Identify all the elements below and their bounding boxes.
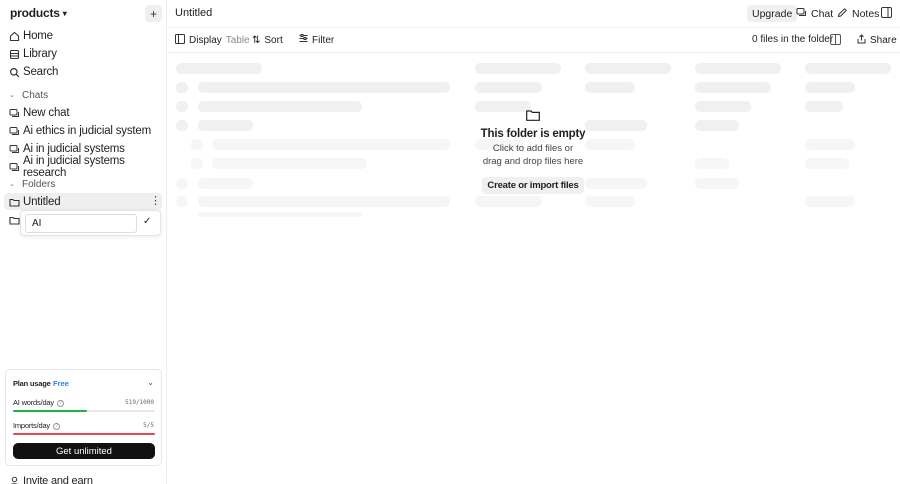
more-options-icon[interactable]: ⋮ (150, 196, 161, 207)
upgrade-button[interactable]: Upgrade (747, 5, 798, 22)
display-button[interactable]: Display Table (175, 33, 250, 47)
section-label: Chats (22, 89, 49, 101)
empty-title: This folder is empty (480, 128, 586, 140)
search-icon (9, 67, 20, 78)
chat-label: New chat (23, 107, 70, 119)
chat-label: Chat (811, 7, 834, 20)
imports-count: 5/5 (143, 422, 154, 429)
chat-bubble-icon (9, 162, 20, 173)
create-import-button[interactable]: Create or import files (482, 177, 584, 194)
pencil-icon (837, 7, 848, 21)
filter-icon (299, 34, 308, 46)
help-icon[interactable]: ? (56, 399, 64, 407)
share-label: Share (870, 34, 897, 46)
folder-icon (9, 215, 20, 226)
nav-home[interactable]: Home (9, 28, 53, 44)
workspace-name: products (10, 6, 60, 20)
help-icon[interactable]: ? (52, 422, 60, 430)
workspace-switcher[interactable]: products ▾ (10, 6, 67, 20)
sort-icon: ⇅ (252, 34, 261, 46)
imports-progress-fill (13, 433, 155, 435)
nav-label: Library (23, 48, 57, 60)
columns-icon[interactable] (830, 34, 841, 45)
panel-toggle-icon[interactable] (881, 7, 892, 18)
chat-bubble-icon (9, 144, 20, 155)
folder-icon (9, 197, 20, 208)
chat-button[interactable]: Chat (796, 5, 833, 22)
sidebar: products ▾ + Home Library Search ⌄ Chats… (0, 0, 167, 484)
chat-item[interactable]: Ai in judicial systems research (9, 155, 166, 179)
filter-label: Filter (312, 34, 335, 46)
chevron-down-icon: ▾ (62, 8, 67, 18)
share-icon (857, 33, 866, 47)
nav-label: Home (23, 30, 53, 42)
chat-label: Ai in judicial systems research (23, 155, 125, 179)
empty-state: This folder is empty Click to add files … (460, 110, 606, 194)
display-mode: Table (225, 34, 250, 46)
plan-title: Plan usage (13, 379, 51, 388)
share-button[interactable]: Share (857, 33, 897, 47)
new-item-button[interactable]: + (145, 5, 162, 22)
user-icon (9, 476, 20, 484)
words-count: 519/1000 (125, 399, 154, 406)
rename-folder-popover: ✓ (20, 210, 161, 236)
chat-item[interactable]: Ai ethics in judicial system (9, 123, 151, 139)
display-label: Display (189, 34, 222, 46)
get-unlimited-button[interactable]: Get unlimited (13, 443, 155, 459)
nav-search[interactable]: Search (9, 64, 58, 80)
chat-label: Ai ethics in judicial system (23, 125, 151, 137)
imports-progress-bar (13, 433, 155, 435)
folders-section-toggle[interactable]: ⌄ Folders (9, 177, 55, 191)
folder-item[interactable]: Untitled (9, 194, 61, 210)
section-label: Folders (22, 178, 56, 190)
sort-button[interactable]: ⇅ Sort (252, 33, 283, 47)
chevron-down-icon[interactable]: ⌄ (147, 378, 154, 387)
folder-name-input[interactable] (25, 214, 137, 233)
imports-label: Imports/day (13, 421, 50, 430)
folder-label: Untitled (23, 196, 61, 208)
chat-item[interactable]: New chat (9, 105, 70, 121)
empty-line-2: drag and drop files here (482, 155, 584, 167)
plus-icon: + (149, 6, 157, 21)
nav-library[interactable]: Library (9, 46, 57, 62)
words-label: AI words/day (13, 398, 54, 407)
chat-bubble-icon (796, 7, 807, 21)
words-progress-fill (13, 410, 87, 412)
chats-section-toggle[interactable]: ⌄ Chats (9, 88, 48, 102)
folder-icon (526, 110, 540, 121)
chevron-down-icon: ⌄ (9, 181, 15, 188)
check-icon[interactable]: ✓ (143, 216, 151, 227)
chat-bubble-icon (9, 108, 20, 119)
invite-label: Invite and earn (23, 475, 93, 484)
imports-label-row: Imports/day? (13, 421, 60, 430)
chevron-down-icon: ⌄ (9, 92, 15, 99)
table-icon (175, 33, 185, 47)
notes-button[interactable]: Notes (837, 5, 879, 22)
chat-bubble-icon (9, 126, 20, 137)
chat-label: Ai in judicial systems (23, 143, 125, 155)
library-icon (9, 49, 20, 60)
plan-usage-card: Plan usage Free ⌄ AI words/day? 519/1000… (5, 369, 162, 466)
document-title[interactable]: Untitled (175, 7, 212, 19)
file-count: 0 files in the folder (752, 34, 834, 45)
home-icon (9, 31, 20, 42)
invite-link[interactable]: Invite and earn (9, 474, 93, 484)
plan-tier-badge: Free (53, 379, 69, 388)
words-label-row: AI words/day? (13, 398, 64, 407)
nav-label: Search (23, 66, 59, 78)
empty-line-1: Click to add files or (492, 143, 574, 154)
words-progress-bar (13, 410, 155, 412)
sort-label: Sort (264, 34, 283, 46)
notes-label: Notes (852, 7, 880, 20)
filter-button[interactable]: Filter (299, 33, 334, 47)
